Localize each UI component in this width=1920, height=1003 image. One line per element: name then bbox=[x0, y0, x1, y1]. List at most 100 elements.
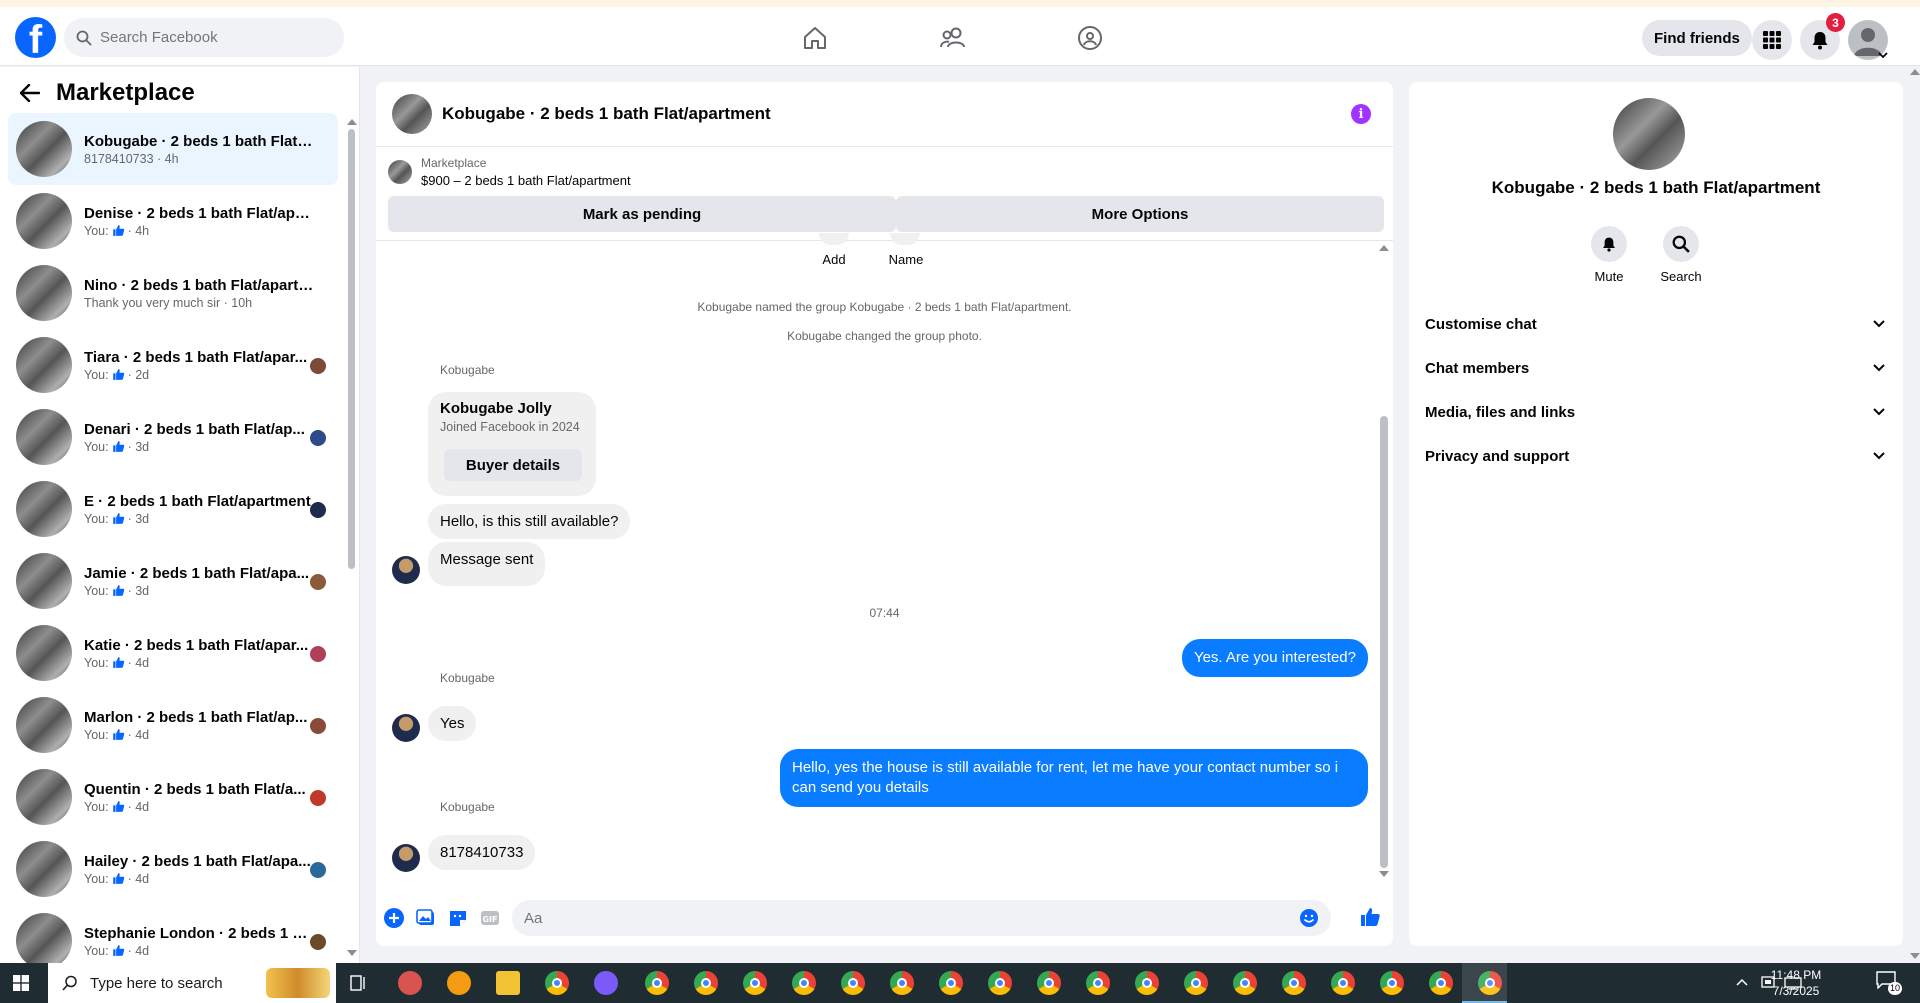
add-member-circle[interactable] bbox=[819, 233, 849, 245]
chrome-profile-icon[interactable] bbox=[988, 971, 1012, 995]
friends-icon bbox=[940, 27, 965, 48]
chevron-down-icon bbox=[1873, 452, 1885, 460]
conversation-item[interactable]: Quentin · 2 beds 1 bath Flat/a... You: · 4… bbox=[8, 761, 338, 833]
section-privacy-support[interactable]: Privacy and support bbox=[1425, 438, 1885, 474]
outgoing-message[interactable]: Hello, yes the house is still available … bbox=[780, 749, 1368, 807]
home-nav-button[interactable] bbox=[798, 21, 832, 55]
chevron-up-icon[interactable] bbox=[1736, 978, 1748, 986]
taskbar-clock[interactable]: 11:48 PM 7/3/2025 bbox=[1752, 967, 1840, 999]
chrome-profile-icon[interactable] bbox=[1037, 971, 1061, 995]
listing-info[interactable]: Marketplace $900 – 2 beds 1 bath Flat/ap… bbox=[388, 156, 631, 188]
sender-avatar[interactable] bbox=[392, 556, 420, 584]
incoming-message[interactable]: Hello, is this still available? bbox=[428, 504, 631, 539]
page-scroll-down-arrow[interactable] bbox=[1910, 953, 1920, 959]
sender-avatar[interactable] bbox=[392, 844, 420, 872]
find-friends-button[interactable]: Find friends bbox=[1642, 20, 1752, 56]
conversation-item[interactable]: Denari · 2 beds 1 bath Flat/ap... You: · 3… bbox=[8, 401, 338, 473]
chrome-profile-icon[interactable] bbox=[1380, 971, 1404, 995]
chrome-profile-icon[interactable] bbox=[645, 971, 669, 995]
conversation-item[interactable]: Katie · 2 beds 1 bath Flat/apar... You: · … bbox=[8, 617, 338, 689]
conversation-item[interactable]: Kobugabe · 2 beds 1 bath Flat/a... 817841… bbox=[8, 113, 338, 185]
chat-title[interactable]: Kobugabe · 2 beds 1 bath Flat/apartment bbox=[442, 104, 771, 124]
search-facebook-box[interactable] bbox=[64, 18, 344, 57]
app-icon[interactable] bbox=[398, 971, 422, 995]
chat-scroll-down-arrow[interactable] bbox=[1379, 871, 1389, 877]
search-in-chat-button[interactable]: Search bbox=[1651, 226, 1711, 284]
chat-thumbnail[interactable] bbox=[392, 94, 432, 134]
conversation-item[interactable]: Nino · 2 beds 1 bath Flat/apartm... Thank… bbox=[8, 257, 338, 329]
sticker-icon[interactable] bbox=[448, 908, 468, 928]
facebook-logo[interactable]: f bbox=[15, 17, 56, 58]
sidebar-scroll-up-arrow[interactable] bbox=[347, 119, 357, 125]
page-scrollbar[interactable] bbox=[1910, 67, 1920, 963]
gif-icon[interactable]: GIF bbox=[480, 908, 500, 928]
photo-icon[interactable] bbox=[416, 908, 436, 928]
participant-avatar bbox=[310, 358, 326, 374]
sender-avatar[interactable] bbox=[392, 714, 420, 742]
chat-scroll-up-arrow[interactable] bbox=[1379, 245, 1389, 251]
page-scroll-up-arrow[interactable] bbox=[1910, 69, 1920, 75]
chrome-profile-icon[interactable] bbox=[694, 971, 718, 995]
add-action-label[interactable]: Add bbox=[796, 252, 872, 267]
friends-nav-button[interactable] bbox=[936, 21, 970, 55]
group-photo[interactable] bbox=[1613, 98, 1685, 170]
section-media-files-links[interactable]: Media, files and links bbox=[1425, 394, 1885, 430]
section-chat-members[interactable]: Chat members bbox=[1425, 350, 1885, 386]
chrome-profile-icon[interactable] bbox=[743, 971, 767, 995]
mute-button[interactable]: Mute bbox=[1579, 226, 1639, 284]
info-icon[interactable]: i bbox=[1351, 104, 1371, 124]
menu-button[interactable] bbox=[1752, 20, 1792, 60]
mark-as-pending-button[interactable]: Mark as pending bbox=[388, 196, 896, 232]
chrome-profile-icon[interactable] bbox=[890, 971, 914, 995]
name-action-label[interactable]: Name bbox=[868, 252, 944, 267]
incoming-message[interactable]: Message sent bbox=[428, 542, 546, 586]
message-input-box[interactable] bbox=[512, 900, 1331, 936]
chrome-profile-icon[interactable] bbox=[1429, 971, 1453, 995]
chrome-profile-icon[interactable] bbox=[1282, 971, 1306, 995]
chrome-profile-icon[interactable] bbox=[1184, 971, 1208, 995]
chrome-profile-icon[interactable] bbox=[1086, 971, 1110, 995]
task-view-icon[interactable] bbox=[350, 975, 368, 991]
buyer-details-button[interactable]: Buyer details bbox=[444, 449, 582, 481]
conversation-item[interactable]: E · 2 beds 1 bath Flat/apartment You: · 3d bbox=[8, 473, 338, 545]
chrome-profile-icon[interactable] bbox=[1233, 971, 1257, 995]
chrome-profile-icon[interactable] bbox=[792, 971, 816, 995]
conversation-item[interactable]: Hailey · 2 beds 1 bath Flat/apa... You: · … bbox=[8, 833, 338, 905]
message-input[interactable] bbox=[524, 909, 1284, 927]
sidebar-scroll-down-arrow[interactable] bbox=[347, 950, 357, 956]
back-arrow-icon[interactable] bbox=[20, 84, 40, 102]
conversation-item[interactable]: Tiara · 2 beds 1 bath Flat/apar... You: · … bbox=[8, 329, 338, 401]
plus-circle-icon[interactable] bbox=[384, 908, 404, 928]
sidebar-scrollbar-thumb[interactable] bbox=[348, 129, 355, 569]
taskbar-search-box[interactable]: Type here to search bbox=[48, 963, 336, 1003]
section-label: Customise chat bbox=[1425, 315, 1537, 333]
search-icon bbox=[62, 975, 77, 991]
thumbs-up-icon[interactable] bbox=[1359, 906, 1381, 928]
notification-center-button[interactable]: 10 bbox=[1876, 971, 1902, 995]
more-options-button[interactable]: More Options bbox=[896, 196, 1384, 232]
conversation-item[interactable]: Jamie · 2 beds 1 bath Flat/apa... You: · 3… bbox=[8, 545, 338, 617]
chat-scrollbar-thumb[interactable] bbox=[1380, 416, 1388, 868]
search-input[interactable] bbox=[100, 29, 320, 46]
windows-start-icon[interactable] bbox=[13, 975, 29, 991]
rename-circle[interactable] bbox=[890, 233, 920, 245]
chrome-profile-icon[interactable] bbox=[841, 971, 865, 995]
microsoft-365-icon[interactable] bbox=[594, 971, 618, 995]
chrome-icon[interactable] bbox=[545, 971, 569, 995]
section-customise-chat[interactable]: Customise chat bbox=[1425, 306, 1885, 342]
incoming-message[interactable]: 8178410733 bbox=[428, 835, 536, 870]
conversation-item[interactable]: Denise · 2 beds 1 bath Flat/apart... You:… bbox=[8, 185, 338, 257]
chrome-profile-icon[interactable] bbox=[1331, 971, 1355, 995]
outgoing-message[interactable]: Yes. Are you interested? bbox=[1181, 639, 1368, 677]
groups-nav-button[interactable] bbox=[1073, 21, 1107, 55]
incoming-message[interactable]: Yes bbox=[428, 706, 477, 741]
copilot-icon[interactable] bbox=[447, 971, 471, 995]
thumbs-up-icon bbox=[112, 801, 124, 812]
participant-avatar bbox=[310, 646, 326, 662]
chrome-profile-icon[interactable] bbox=[1135, 971, 1159, 995]
emoji-icon[interactable] bbox=[1299, 908, 1319, 928]
chrome-profile-icon[interactable] bbox=[939, 971, 963, 995]
conversation-name: Katie · 2 beds 1 bath Flat/apar... bbox=[84, 636, 309, 654]
conversation-item[interactable]: Marlon · 2 beds 1 bath Flat/ap... You: · 4… bbox=[8, 689, 338, 761]
file-explorer-icon[interactable] bbox=[496, 971, 520, 995]
